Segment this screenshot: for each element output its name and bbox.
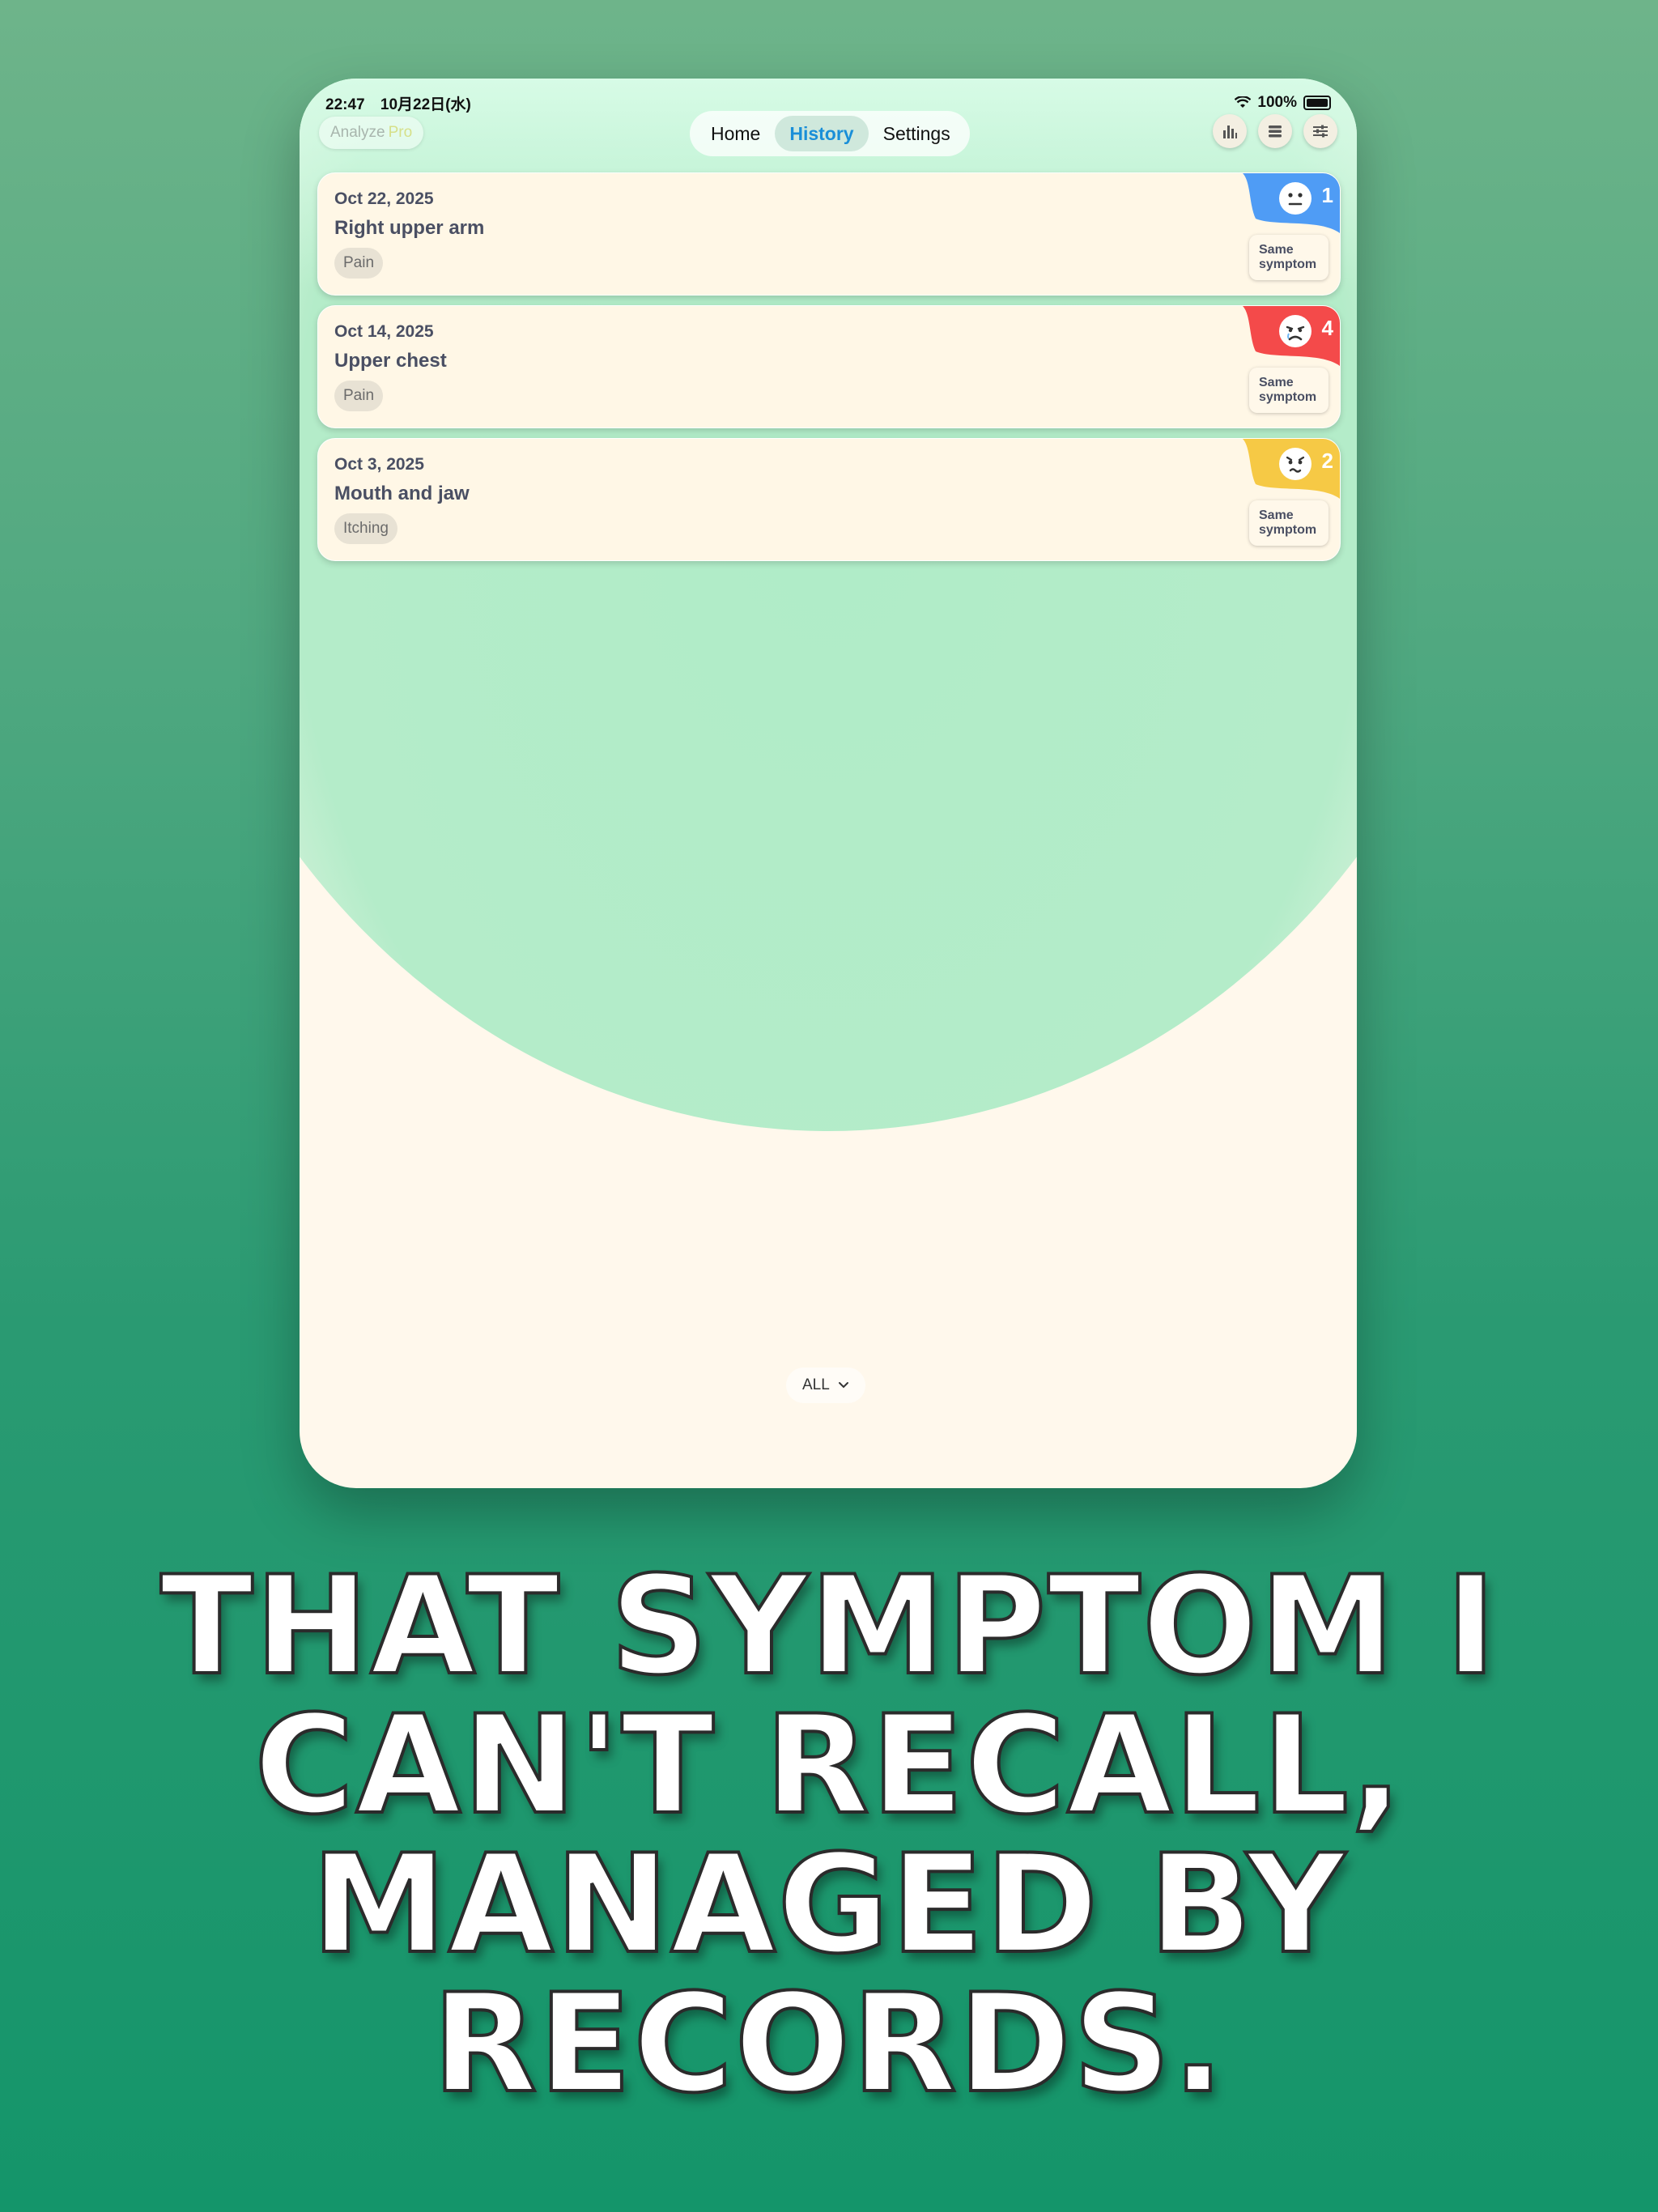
severity-badge: 1 — [1243, 173, 1340, 233]
status-right: 100% — [1235, 94, 1331, 112]
symptom-tag: Pain — [334, 248, 384, 279]
wifi-icon — [1235, 96, 1252, 108]
tab-home[interactable]: Home — [696, 116, 775, 151]
status-date: 10月22日(水) — [380, 96, 471, 113]
list-icon — [1269, 125, 1282, 138]
pro-label: Pro — [388, 124, 413, 141]
severity-badge: 2 — [1243, 439, 1340, 499]
crying-face-icon — [1279, 315, 1312, 347]
record-location: Mouth and jaw — [334, 483, 470, 504]
analyze-pro-button[interactable]: Analyze Pro — [319, 117, 424, 149]
record-date: Oct 22, 2025 — [334, 189, 434, 208]
marketing-headline: That symptom I can't recall, managed by … — [159, 1546, 1498, 2123]
tab-history[interactable]: History — [775, 116, 869, 151]
status-time: 22:47 — [325, 96, 365, 113]
main-tabs: Home History Settings — [690, 111, 970, 156]
severity-value: 4 — [1321, 316, 1333, 340]
same-symptom-button[interactable]: Same symptom — [1249, 235, 1329, 280]
analyze-label: Analyze — [330, 124, 385, 141]
neutral-face-icon — [1279, 182, 1312, 215]
category-filter-dropdown[interactable]: ALL — [786, 1368, 865, 1403]
symptom-tag: Itching — [334, 513, 397, 544]
battery-percent: 100% — [1257, 94, 1297, 111]
record-card[interactable]: Oct 22, 2025 Right upper arm Pain 1 Same… — [317, 172, 1341, 296]
record-card[interactable]: Oct 3, 2025 Mouth and jaw Itching 2 Same… — [317, 438, 1341, 561]
battery-icon — [1303, 96, 1331, 110]
sliders-icon — [1313, 125, 1328, 138]
worried-face-icon — [1279, 448, 1312, 480]
severity-badge: 4 — [1243, 306, 1340, 366]
tab-settings[interactable]: Settings — [869, 116, 965, 151]
record-date: Oct 14, 2025 — [334, 322, 434, 341]
list-view-button[interactable] — [1258, 114, 1292, 148]
severity-value: 1 — [1321, 183, 1333, 207]
chevron-down-icon — [838, 1382, 848, 1389]
bar-chart-icon — [1223, 125, 1237, 138]
status-left: 22:47 10月22日(水) — [325, 92, 483, 114]
severity-value: 2 — [1321, 449, 1333, 473]
filter-label: ALL — [802, 1376, 830, 1393]
tablet-screen: 22:47 10月22日(水) 100% Analyze Pro Home Hi… — [300, 79, 1357, 1488]
record-date: Oct 3, 2025 — [334, 455, 424, 474]
record-location: Right upper arm — [334, 217, 485, 239]
toolbar-icons — [1213, 114, 1337, 148]
record-location: Upper chest — [334, 350, 447, 372]
same-symptom-button[interactable]: Same symptom — [1249, 500, 1329, 546]
symptom-tag: Pain — [334, 381, 384, 411]
same-symptom-button[interactable]: Same symptom — [1249, 368, 1329, 413]
record-card[interactable]: Oct 14, 2025 Upper chest Pain 4 Same sym… — [317, 305, 1341, 428]
analytics-button[interactable] — [1213, 114, 1247, 148]
filter-settings-button[interactable] — [1303, 114, 1337, 148]
